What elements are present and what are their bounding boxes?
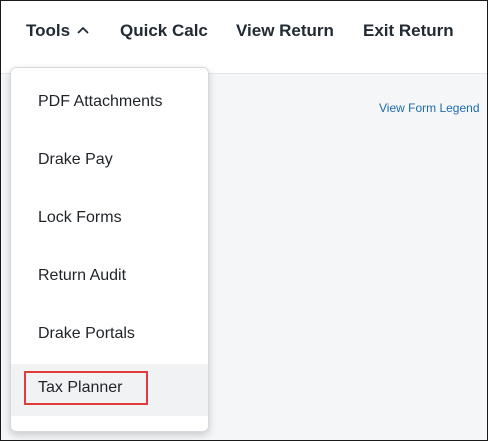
tools-menu-label: Tools bbox=[26, 21, 71, 40]
tools-dropdown-menu: PDF Attachments Drake Pay Lock Forms Ret… bbox=[10, 67, 209, 432]
tools-menu-button[interactable]: Tools bbox=[26, 20, 89, 42]
menu-item-pdf-attachments[interactable]: PDF Attachments bbox=[11, 76, 208, 128]
menu-item-drake-portals[interactable]: Drake Portals bbox=[11, 308, 208, 360]
app-window: Tools Quick Calc View Return Exit Return… bbox=[0, 0, 488, 441]
view-form-legend-link[interactable]: View Form Legend bbox=[379, 101, 480, 115]
menu-item-label: Tax Planner bbox=[38, 379, 123, 396]
exit-return-button[interactable]: Exit Return bbox=[363, 20, 454, 42]
menu-item-label: Return Audit bbox=[38, 267, 127, 284]
menu-item-lock-forms[interactable]: Lock Forms bbox=[11, 192, 208, 244]
menu-item-label: Drake Pay bbox=[38, 151, 113, 168]
menu-item-tax-planner[interactable]: Tax Planner bbox=[11, 364, 208, 416]
top-navigation-bar: Tools Quick Calc View Return Exit Return bbox=[1, 1, 487, 74]
menu-item-label: Lock Forms bbox=[38, 209, 122, 226]
menu-item-return-audit[interactable]: Return Audit bbox=[11, 250, 208, 302]
quick-calc-button[interactable]: Quick Calc bbox=[120, 20, 208, 42]
menu-item-label: PDF Attachments bbox=[38, 93, 163, 110]
chevron-up-icon bbox=[77, 27, 89, 34]
view-return-button[interactable]: View Return bbox=[236, 20, 334, 42]
menu-item-drake-pay[interactable]: Drake Pay bbox=[11, 134, 208, 186]
menu-item-label: Drake Portals bbox=[38, 325, 135, 342]
